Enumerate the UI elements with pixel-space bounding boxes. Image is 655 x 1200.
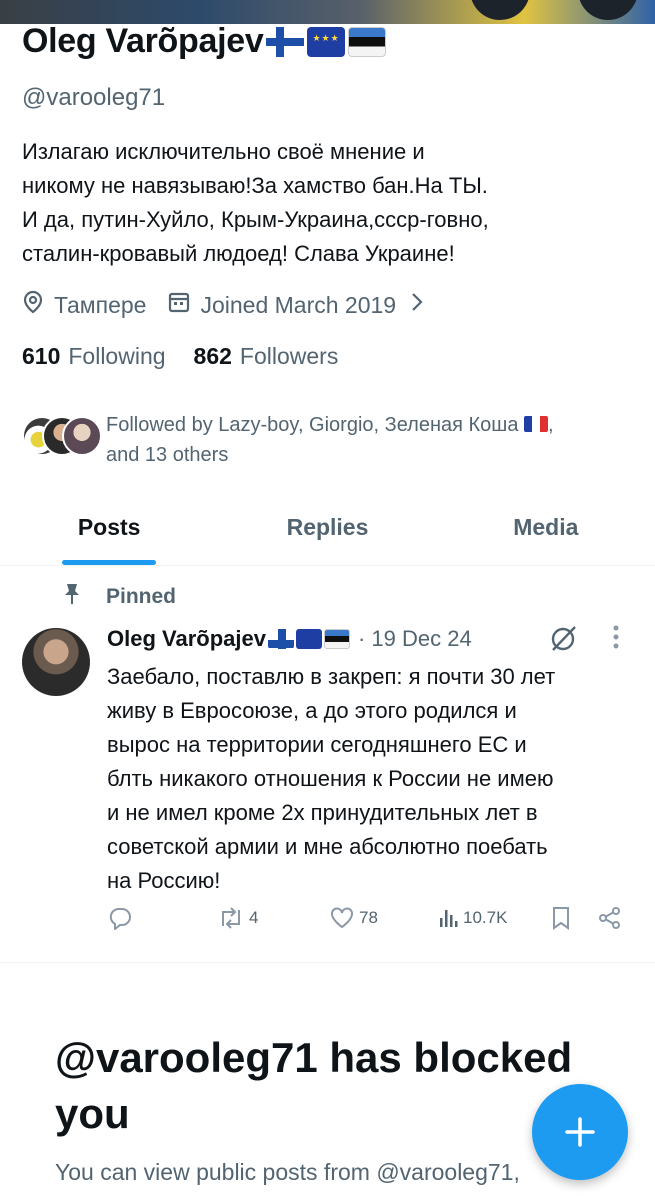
views-icon xyxy=(440,910,458,927)
compose-button[interactable] xyxy=(532,1084,628,1180)
bio-line: никому не навязываю!За хамство бан.На ТЫ… xyxy=(22,173,488,198)
calendar-icon xyxy=(168,291,190,319)
profile-meta: Тампере Joined March 2019 xyxy=(22,290,424,320)
followed-by-text: Followed by Lazy-boy, Giorgio, Зеленая К… xyxy=(106,410,554,470)
tweet-line: на Россию! xyxy=(107,868,221,893)
reply-icon xyxy=(109,908,131,930)
bio-line: И да, путин-Хуйло, Крым-Украина,ссср-гов… xyxy=(22,207,489,232)
eu-flag-icon xyxy=(295,629,322,649)
blocked-title: @varooleg71 has blocked you xyxy=(55,1034,573,1137)
followed-by[interactable]: Followed by Lazy-boy, Giorgio, Зеленая К… xyxy=(22,410,554,470)
divider xyxy=(0,962,655,963)
bookmark-icon xyxy=(553,907,569,930)
estonia-flag-icon xyxy=(348,26,387,57)
retweet-button[interactable]: 4 xyxy=(217,906,258,930)
profile-location: Тампере xyxy=(54,291,147,318)
plus-icon xyxy=(565,1117,595,1147)
retweet-icon xyxy=(222,907,240,929)
followed-by-line2: and 13 others xyxy=(106,444,229,466)
profile-name-row: Oleg Varõpajev xyxy=(22,22,387,61)
followed-by-line1: Followed by Lazy-boy, Giorgio, Зеленая К… xyxy=(106,414,519,436)
follow-stats: 610 Following 862 Followers xyxy=(22,343,366,370)
followers-label[interactable]: Followers xyxy=(240,343,338,370)
more-options-icon[interactable] xyxy=(612,624,620,651)
bio-line: Излагаю исключительно своё мнение и xyxy=(22,139,425,164)
following-count[interactable]: 610 xyxy=(22,343,60,370)
profile-handle: @varooleg71 xyxy=(22,84,166,111)
pinned-label: Pinned xyxy=(106,585,177,608)
tweet-date[interactable]: · 19 Dec 24 xyxy=(358,626,472,652)
eu-flag-icon xyxy=(307,26,346,57)
grok-icon[interactable] xyxy=(548,624,578,659)
tweet-line: и не имел кроме 2х принудительных лет в xyxy=(107,800,538,825)
tab-media[interactable]: Media xyxy=(437,495,655,565)
pinned-indicator: Pinned xyxy=(62,582,176,612)
like-button[interactable]: 78 xyxy=(329,906,378,930)
chevron-right-icon[interactable] xyxy=(410,291,424,319)
profile-bio: Излагаю исключительно своё мнение и нико… xyxy=(22,135,622,271)
profile-joined: Joined March 2019 xyxy=(200,291,397,318)
profile-tabs: Posts Replies Media xyxy=(0,495,655,566)
followers-count[interactable]: 862 xyxy=(194,343,232,370)
bio-line: сталин-кровавый людоед! Слава Украине! xyxy=(22,241,455,266)
views-count: 10.7K xyxy=(463,908,508,927)
france-flag-icon xyxy=(524,416,549,432)
share-button[interactable] xyxy=(597,906,627,930)
estonia-flag-icon xyxy=(323,629,350,649)
bookmark-button[interactable] xyxy=(551,906,575,930)
tweet-header: Oleg Varõpajev · 19 Dec 24 xyxy=(107,626,472,652)
profile-banner[interactable] xyxy=(0,0,655,24)
tweet-line: вырос на территории сегодняшнего ЕС и xyxy=(107,732,527,757)
location-pin-icon xyxy=(22,290,44,320)
tweet-text: Заебало, поставлю в закреп: я почти 30 л… xyxy=(107,660,647,898)
follower-avatars xyxy=(22,410,104,458)
finland-flag-icon xyxy=(266,26,305,57)
pin-icon xyxy=(62,582,106,612)
reply-button[interactable] xyxy=(107,906,137,930)
share-icon xyxy=(599,907,620,929)
tweet-author-avatar[interactable] xyxy=(22,628,90,696)
finland-flag-icon xyxy=(267,629,294,649)
retweet-count: 4 xyxy=(249,908,259,927)
tweet-line: Заебало, поставлю в закреп: я почти 30 л… xyxy=(107,664,556,689)
blocked-subtitle: You can view public posts from @varooleg… xyxy=(55,1159,520,1185)
tweet-line: живу в Евросоюзе, а до этого родился и xyxy=(107,698,517,723)
like-count: 78 xyxy=(359,908,378,927)
tweet-line: блть никакого отношения к России не имею xyxy=(107,766,554,791)
tab-replies[interactable]: Replies xyxy=(218,495,436,565)
heart-icon xyxy=(331,907,353,929)
profile-name: Oleg Varõpajev xyxy=(22,22,264,60)
avatar xyxy=(62,416,102,456)
tweet-actions: 4 78 10.7K xyxy=(107,906,627,942)
tweet-author-name[interactable]: Oleg Varõpajev xyxy=(107,626,266,652)
tweet-line: советской армии и мне абсолютно поебать xyxy=(107,834,548,859)
tab-posts[interactable]: Posts xyxy=(0,495,218,565)
views-button[interactable]: 10.7K xyxy=(437,906,507,930)
following-label[interactable]: Following xyxy=(68,343,165,370)
